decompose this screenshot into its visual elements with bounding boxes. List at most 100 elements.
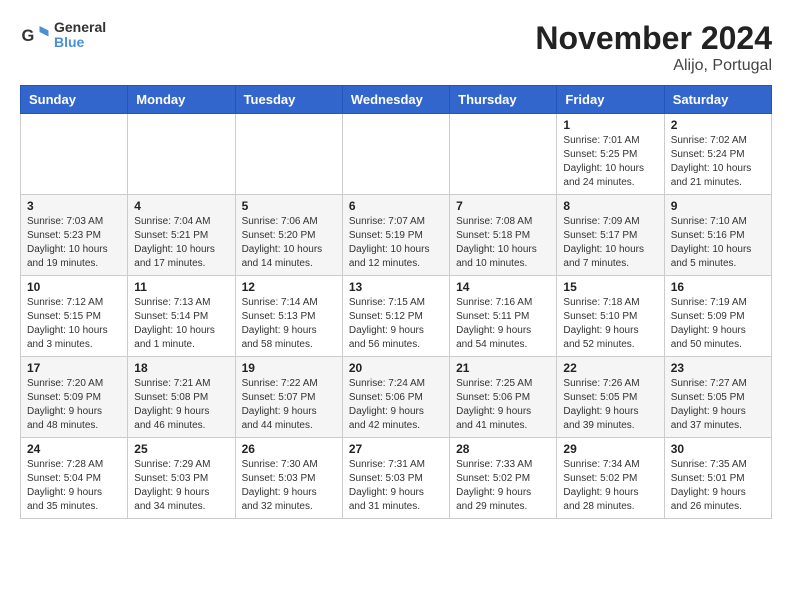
calendar-cell: 21 Sunrise: 7:25 AM Sunset: 5:06 PM Dayli…	[450, 357, 557, 438]
day-info: Sunrise: 7:16 AM Sunset: 5:11 PM Dayligh…	[456, 296, 550, 352]
calendar-cell: 20Sunrise: 7:24 AM Sunset: 5:06 PM Dayli…	[342, 357, 449, 438]
weekday-header: Sunday	[21, 86, 128, 114]
day-number: 17	[27, 361, 121, 375]
calendar-cell: 7 Sunrise: 7:08 AM Sunset: 5:18 PM Daylig…	[450, 195, 557, 276]
calendar-cell: 9 Sunrise: 7:10 AM Sunset: 5:16 PM Daylig…	[664, 195, 771, 276]
day-info: Sunrise: 7:15 AM Sunset: 5:12 PM Dayligh…	[349, 296, 443, 352]
calendar-cell: 10 Sunrise: 7:12 AM Sunset: 5:15 PM Dayli…	[21, 276, 128, 357]
day-number: 5	[242, 199, 336, 213]
day-number: 23	[671, 361, 765, 375]
day-info: Sunrise: 7:09 AM Sunset: 5:17 PM Dayligh…	[563, 215, 657, 271]
calendar-cell: 16 Sunrise: 7:19 AM Sunset: 5:09 PM Dayli…	[664, 276, 771, 357]
day-info: Sunrise: 7:12 AM Sunset: 5:15 PM Dayligh…	[27, 296, 121, 352]
day-info: Sunrise: 7:25 AM Sunset: 5:06 PM Dayligh…	[456, 377, 550, 433]
day-info: Sunrise: 7:10 AM Sunset: 5:16 PM Dayligh…	[671, 215, 765, 271]
day-number: 18	[134, 361, 228, 375]
day-number: 3	[27, 199, 121, 213]
calendar-cell: 11 Sunrise: 7:13 AM Sunset: 5:14 PM Dayli…	[128, 276, 235, 357]
day-info: Sunrise: 7:29 AM Sunset: 5:03 PM Dayligh…	[134, 458, 228, 514]
day-info: Sunrise: 7:33 AM Sunset: 5:02 PM Dayligh…	[456, 458, 550, 514]
day-info: Sunrise: 7:02 AM Sunset: 5:24 PM Dayligh…	[671, 134, 765, 190]
calendar-cell	[21, 114, 128, 195]
calendar-cell: 28 Sunrise: 7:33 AM Sunset: 5:02 PM Dayli…	[450, 438, 557, 519]
day-info: Sunrise: 7:13 AM Sunset: 5:14 PM Dayligh…	[134, 296, 228, 352]
calendar-cell: 26 Sunrise: 7:30 AM Sunset: 5:03 PM Dayli…	[235, 438, 342, 519]
day-number: 11	[134, 280, 228, 294]
day-info: Sunrise: 7:14 AM Sunset: 5:13 PM Dayligh…	[242, 296, 336, 352]
day-number: 26	[242, 442, 336, 456]
day-number: 28	[456, 442, 550, 456]
calendar-cell: 14 Sunrise: 7:16 AM Sunset: 5:11 PM Dayli…	[450, 276, 557, 357]
calendar-cell: 25 Sunrise: 7:29 AM Sunset: 5:03 PM Dayli…	[128, 438, 235, 519]
calendar-cell	[342, 114, 449, 195]
page-header: G General Blue November 2024 Alijo, Port…	[20, 20, 772, 75]
calendar-cell: 3Sunrise: 7:03 AM Sunset: 5:23 PM Daylig…	[21, 195, 128, 276]
day-number: 10	[27, 280, 121, 294]
calendar-cell: 22Sunrise: 7:26 AM Sunset: 5:05 PM Dayli…	[557, 357, 664, 438]
logo: G General Blue	[20, 20, 106, 51]
day-info: Sunrise: 7:04 AM Sunset: 5:21 PM Dayligh…	[134, 215, 228, 271]
calendar-cell: 30 Sunrise: 7:35 AM Sunset: 5:01 PM Dayli…	[664, 438, 771, 519]
day-number: 30	[671, 442, 765, 456]
calendar-cell: 2 Sunrise: 7:02 AM Sunset: 5:24 PM Daylig…	[664, 114, 771, 195]
day-info: Sunrise: 7:30 AM Sunset: 5:03 PM Dayligh…	[242, 458, 336, 514]
calendar-cell	[235, 114, 342, 195]
day-number: 19	[242, 361, 336, 375]
day-info: Sunrise: 7:19 AM Sunset: 5:09 PM Dayligh…	[671, 296, 765, 352]
day-number: 22	[563, 361, 657, 375]
calendar-header: SundayMondayTuesdayWednesdayThursdayFrid…	[21, 86, 772, 114]
svg-text:G: G	[22, 27, 35, 45]
page-subtitle: Alijo, Portugal	[535, 57, 772, 75]
day-info: Sunrise: 7:21 AM Sunset: 5:08 PM Dayligh…	[134, 377, 228, 433]
weekday-header: Tuesday	[235, 86, 342, 114]
page-title: November 2024	[535, 20, 772, 57]
day-number: 15	[563, 280, 657, 294]
day-number: 4	[134, 199, 228, 213]
day-info: Sunrise: 7:06 AM Sunset: 5:20 PM Dayligh…	[242, 215, 336, 271]
calendar-cell: 15 Sunrise: 7:18 AM Sunset: 5:10 PM Dayli…	[557, 276, 664, 357]
day-number: 16	[671, 280, 765, 294]
weekday-header: Friday	[557, 86, 664, 114]
calendar-cell	[450, 114, 557, 195]
day-number: 21	[456, 361, 550, 375]
day-info: Sunrise: 7:07 AM Sunset: 5:19 PM Dayligh…	[349, 215, 443, 271]
day-number: 9	[671, 199, 765, 213]
title-block: November 2024 Alijo, Portugal	[535, 20, 772, 75]
weekday-header: Saturday	[664, 86, 771, 114]
calendar-cell: 17 Sunrise: 7:20 AM Sunset: 5:09 PM Dayli…	[21, 357, 128, 438]
day-info: Sunrise: 7:01 AM Sunset: 5:25 PM Dayligh…	[563, 134, 657, 190]
day-number: 29	[563, 442, 657, 456]
calendar-cell: 29Sunrise: 7:34 AM Sunset: 5:02 PM Dayli…	[557, 438, 664, 519]
day-info: Sunrise: 7:20 AM Sunset: 5:09 PM Dayligh…	[27, 377, 121, 433]
calendar-cell: 13Sunrise: 7:15 AM Sunset: 5:12 PM Dayli…	[342, 276, 449, 357]
calendar-cell	[128, 114, 235, 195]
calendar-cell: 4 Sunrise: 7:04 AM Sunset: 5:21 PM Daylig…	[128, 195, 235, 276]
day-number: 2	[671, 118, 765, 132]
day-info: Sunrise: 7:28 AM Sunset: 5:04 PM Dayligh…	[27, 458, 121, 514]
calendar-cell: 27Sunrise: 7:31 AM Sunset: 5:03 PM Dayli…	[342, 438, 449, 519]
logo-text: General Blue	[54, 20, 106, 51]
calendar-cell: 24 Sunrise: 7:28 AM Sunset: 5:04 PM Dayli…	[21, 438, 128, 519]
day-number: 12	[242, 280, 336, 294]
day-number: 7	[456, 199, 550, 213]
day-number: 6	[349, 199, 443, 213]
calendar-cell: 6 Sunrise: 7:07 AM Sunset: 5:19 PM Daylig…	[342, 195, 449, 276]
day-info: Sunrise: 7:31 AM Sunset: 5:03 PM Dayligh…	[349, 458, 443, 514]
day-info: Sunrise: 7:18 AM Sunset: 5:10 PM Dayligh…	[563, 296, 657, 352]
day-number: 8	[563, 199, 657, 213]
logo-line1: General	[54, 20, 106, 35]
day-info: Sunrise: 7:35 AM Sunset: 5:01 PM Dayligh…	[671, 458, 765, 514]
calendar-cell: 5 Sunrise: 7:06 AM Sunset: 5:20 PM Daylig…	[235, 195, 342, 276]
day-info: Sunrise: 7:08 AM Sunset: 5:18 PM Dayligh…	[456, 215, 550, 271]
calendar-cell: 19 Sunrise: 7:22 AM Sunset: 5:07 PM Dayli…	[235, 357, 342, 438]
day-number: 24	[27, 442, 121, 456]
calendar-cell: 8 Sunrise: 7:09 AM Sunset: 5:17 PM Daylig…	[557, 195, 664, 276]
day-info: Sunrise: 7:22 AM Sunset: 5:07 PM Dayligh…	[242, 377, 336, 433]
weekday-header: Thursday	[450, 86, 557, 114]
calendar-cell: 18 Sunrise: 7:21 AM Sunset: 5:08 PM Dayli…	[128, 357, 235, 438]
day-number: 14	[456, 280, 550, 294]
logo-icon: G	[20, 20, 50, 50]
day-number: 1	[563, 118, 657, 132]
calendar-cell: 23Sunrise: 7:27 AM Sunset: 5:05 PM Dayli…	[664, 357, 771, 438]
day-number: 25	[134, 442, 228, 456]
